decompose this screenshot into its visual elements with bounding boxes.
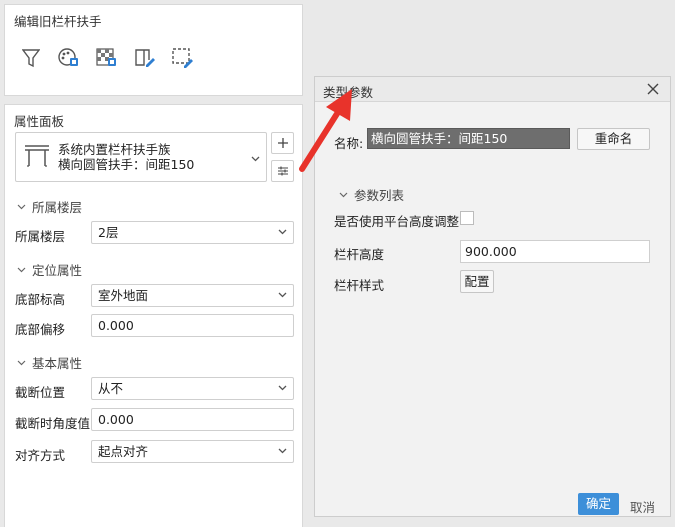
chevron-down-icon	[17, 204, 26, 209]
close-icon[interactable]	[646, 82, 660, 96]
param-list-label: 参数列表	[354, 188, 405, 203]
base-offset-label: 底部偏移	[15, 322, 66, 337]
param-list-section[interactable]: 参数列表	[339, 185, 404, 204]
cut-position-value: 从不	[98, 381, 124, 396]
annotation-arrow-icon	[299, 89, 352, 172]
family-text: 系统内置栏杆扶手族 横向圆管扶手：间距150	[58, 142, 194, 172]
edit-book-icon[interactable]	[132, 45, 158, 71]
base-elevation-select[interactable]: 室外地面	[91, 284, 294, 307]
family-selector[interactable]: 系统内置栏杆扶手族 横向圆管扶手：间距150	[15, 132, 267, 182]
section-position-label: 定位属性	[32, 263, 83, 278]
railing-style-label: 栏杆样式	[334, 278, 385, 293]
floor-label: 所属楼层	[15, 229, 66, 244]
chevron-down-icon	[278, 292, 287, 298]
cut-angle-label: 截断时角度值	[15, 416, 91, 431]
properties-title: 属性面板	[14, 114, 65, 129]
chevron-down-icon	[339, 192, 348, 197]
platform-adjust-checkbox[interactable]	[460, 211, 474, 225]
align-label: 对齐方式	[15, 448, 66, 463]
add-button[interactable]	[271, 132, 294, 154]
section-basic[interactable]: 基本属性	[17, 353, 82, 372]
filter-icon[interactable]	[18, 45, 44, 71]
name-field[interactable]: 横向圆管扶手：间距150	[367, 128, 570, 149]
tool-row	[18, 45, 196, 71]
railing-height-input[interactable]: 900.000	[460, 240, 650, 263]
section-position[interactable]: 定位属性	[17, 260, 82, 279]
chevron-down-icon	[278, 229, 287, 235]
cut-angle-input[interactable]: 0.000	[91, 408, 294, 431]
base-offset-input[interactable]: 0.000	[91, 314, 294, 337]
base-elevation-label: 底部标高	[15, 292, 66, 307]
chevron-down-icon	[251, 150, 260, 165]
section-basic-label: 基本属性	[32, 356, 83, 371]
ok-button[interactable]: 确定	[578, 493, 619, 515]
select-edit-icon[interactable]	[170, 45, 196, 71]
railing-height-label: 栏杆高度	[334, 247, 385, 262]
base-elevation-value: 室外地面	[98, 288, 149, 303]
chevron-down-icon	[17, 267, 26, 272]
family-name: 系统内置栏杆扶手族	[58, 142, 171, 157]
section-floor[interactable]: 所属楼层	[17, 197, 82, 216]
chevron-down-icon	[17, 360, 26, 365]
floor-select[interactable]: 2层	[91, 221, 294, 244]
align-select[interactable]: 起点对齐	[91, 440, 294, 463]
edit-panel-title: 编辑旧栏杆扶手	[14, 14, 102, 29]
chevron-down-icon	[278, 448, 287, 454]
cut-position-label: 截断位置	[15, 385, 66, 400]
palette-icon[interactable]	[56, 45, 82, 71]
edit-type-button[interactable]	[271, 160, 294, 182]
platform-adjust-label: 是否使用平台高度调整	[334, 214, 460, 229]
config-button[interactable]: 配置	[460, 270, 494, 293]
texture-icon[interactable]	[94, 45, 120, 71]
cut-position-select[interactable]: 从不	[91, 377, 294, 400]
floor-value: 2层	[98, 225, 119, 240]
railing-icon	[24, 142, 50, 171]
rename-button[interactable]: 重命名	[577, 128, 650, 150]
edit-panel: 编辑旧栏杆扶手	[4, 4, 303, 96]
family-type: 横向圆管扶手：间距150	[58, 157, 195, 172]
chevron-down-icon	[278, 385, 287, 391]
align-value: 起点对齐	[98, 444, 149, 459]
cancel-button[interactable]: 取消	[630, 497, 655, 516]
section-floor-label: 所属楼层	[32, 200, 83, 215]
properties-panel: 属性面板 系统内置栏杆扶手族 横向圆管扶手：间距150 所属楼层 所属楼层 2层…	[4, 104, 303, 527]
